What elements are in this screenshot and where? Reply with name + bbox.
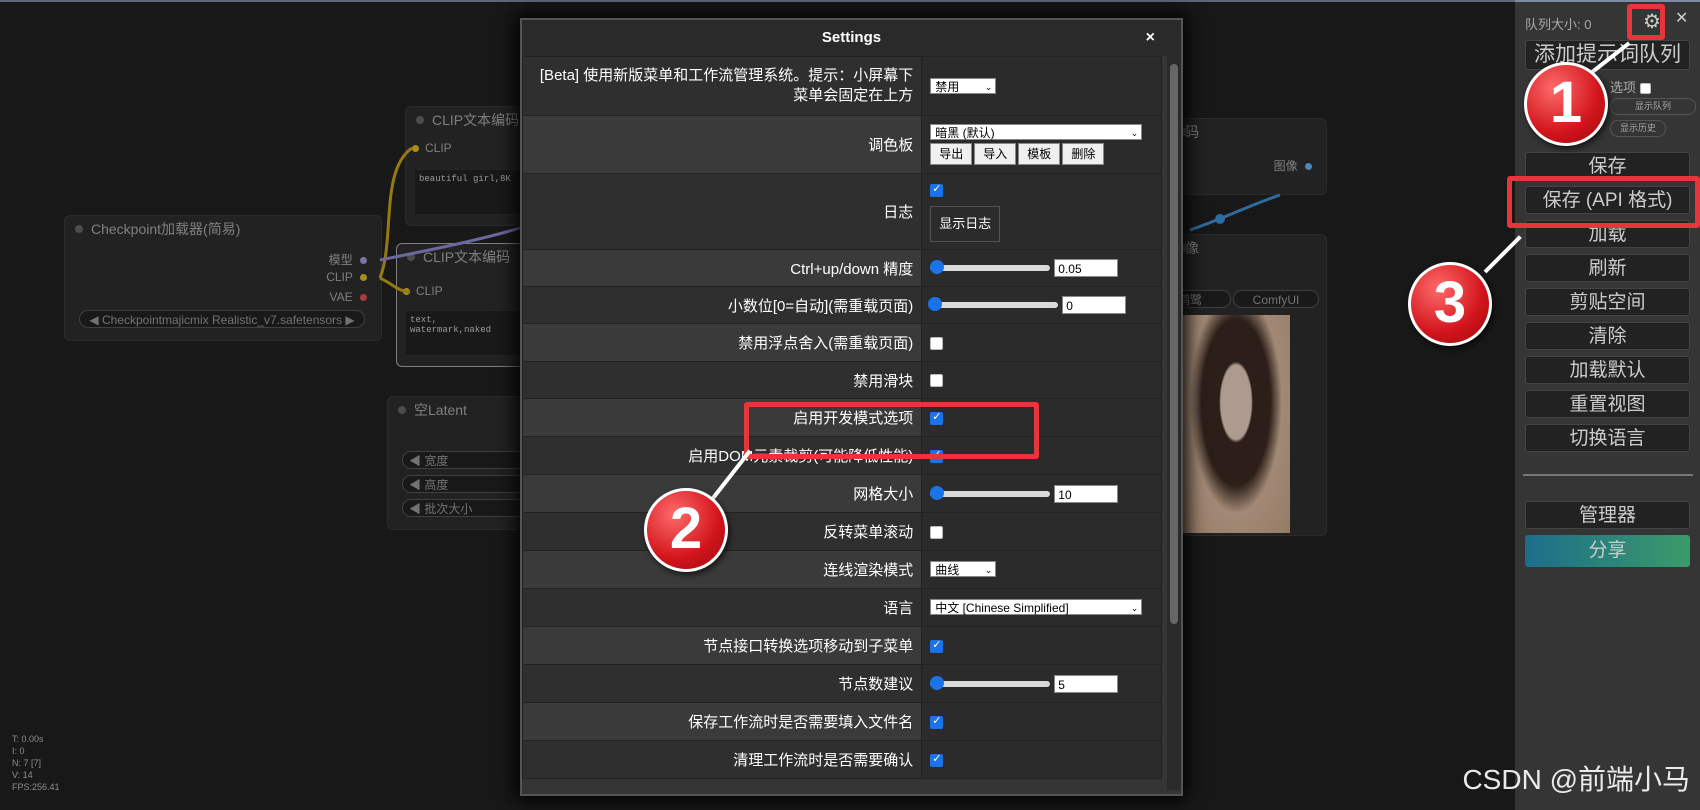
setting-value: 禁用 ⌄ [921,56,1162,116]
setting-label: 小数位[0=自动](需重载页面) [522,286,923,324]
setting-row-log: 日志 显示日志 [522,173,1162,250]
refresh-button[interactable]: 刷新 [1525,254,1690,282]
save-filename-checkbox[interactable] [930,714,944,729]
setting-value [921,740,1162,779]
setting-value: 0.05 [921,249,1162,287]
setting-label: 连线渲染模式 [522,550,923,589]
step-badge-1: 1 [1524,62,1608,146]
setting-row-grid-size: 网格大小 10 [522,474,1162,513]
node-suggestions-slider[interactable] [930,675,1051,690]
palette-select[interactable]: 暗黑 (默认) ⌄ [930,124,1143,140]
settings-title-bar: Settings × [522,20,1181,56]
setting-label: 节点接口转换选项移动到子菜单 [522,626,923,665]
clear-button[interactable]: 清除 [1525,322,1690,350]
step-badge-3: 3 [1408,262,1492,346]
manager-button[interactable]: 管理器 [1525,501,1690,529]
setting-row-invert-scroll: 反转菜单滚动 [522,512,1162,551]
export-button[interactable]: 导出 [930,143,973,165]
setting-value [921,361,1162,399]
clipspace-button[interactable]: 剪贴空间 [1525,288,1690,316]
highlight-dev-mode [744,402,1039,459]
setting-label: 禁用滑块 [522,361,923,399]
float-round-checkbox[interactable] [930,336,944,350]
setting-row-decimals: 小数位[0=自动](需重载页面) 0 [522,286,1162,324]
setting-value: 0 [921,286,1162,324]
settings-title: Settings [821,29,882,46]
setting-value: 曲线 ⌄ [921,550,1162,589]
setting-row-language: 语言 中文 [Chinese Simplified] ⌄ [522,588,1162,627]
setting-value: 显示日志 [921,173,1162,250]
setting-value [921,626,1162,665]
switch-language-button[interactable]: 切换语言 [1525,424,1690,452]
watermark-text: CSDN @前端小马 [1462,764,1690,795]
decimals-input[interactable]: 0 [1062,296,1127,315]
setting-value: 5 [921,664,1162,703]
setting-label: 网格大小 [522,474,923,513]
highlight-save-api [1507,176,1700,228]
setting-label: [Beta] 使用新版菜单和工作流管理系统。提示：小屏幕下菜单会固定在上方 [522,56,923,116]
grid-size-slider[interactable] [930,485,1051,500]
log-checkbox[interactable] [930,182,944,197]
queue-size-label: 队列大小: 0 [1525,17,1592,32]
disable-slider-checkbox[interactable] [930,374,944,388]
setting-row-node-slot-submenu: 节点接口转换选项移动到子菜单 [522,626,1162,665]
menu-divider [1523,474,1693,476]
grid-size-input[interactable]: 10 [1054,484,1119,503]
close-icon[interactable]: × [1146,20,1155,56]
show-queue-button[interactable]: 显示队列 [1610,98,1696,115]
setting-label: 清理工作流时是否需要确认 [522,740,923,779]
precision-input[interactable]: 0.05 [1054,259,1119,278]
clear-confirm-checkbox[interactable] [930,752,944,767]
show-log-button[interactable]: 显示日志 [930,206,1001,242]
node-suggestions-input[interactable]: 5 [1054,674,1119,693]
setting-label: 禁用浮点舍入(需重载页面) [522,323,923,362]
language-select[interactable]: 中文 [Chinese Simplified] ⌄ [930,599,1143,615]
node-slot-submenu-checkbox[interactable] [930,638,944,653]
load-default-button[interactable]: 加载默认 [1525,356,1690,384]
template-button[interactable]: 模板 [1018,143,1061,165]
setting-label: 节点数建议 [522,664,923,703]
link-render-select[interactable]: 曲线 ⌄ [930,561,997,577]
extra-options-label: 选项 [1610,77,1651,96]
delete-button[interactable]: 删除 [1062,143,1105,165]
settings-scrollbar[interactable] [1167,56,1181,790]
reset-view-button[interactable]: 重置视图 [1525,390,1690,418]
show-history-button[interactable]: 显示历史 [1610,120,1666,137]
decimals-slider[interactable] [928,297,1059,312]
setting-row-save-filename: 保存工作流时是否需要填入文件名 [522,702,1162,741]
highlight-gear [1627,4,1665,40]
setting-row-link-render: 连线渲染模式 曲线 ⌄ [522,550,1162,589]
setting-row-disable-slider: 禁用滑块 [522,361,1162,399]
setting-label: 保存工作流时是否需要填入文件名 [522,702,923,741]
invert-scroll-checkbox[interactable] [930,525,944,539]
setting-row-palette: 调色板 暗黑 (默认) ⌄ 导出 导入 模板 删除 [522,115,1162,174]
setting-label: 日志 [522,173,923,250]
setting-value: 10 [921,474,1162,513]
setting-value: 暗黑 (默认) ⌄ 导出 导入 模板 删除 [921,115,1162,174]
setting-label: 语言 [522,588,923,627]
setting-row-ctrl-precision: Ctrl+up/down 精度 0.05 [522,249,1162,287]
setting-label: Ctrl+up/down 精度 [522,249,923,287]
setting-value [921,323,1162,362]
setting-row-clear-confirm: 清理工作流时是否需要确认 [522,740,1162,779]
setting-value [921,512,1162,551]
step-badge-2: 2 [644,488,728,572]
setting-value [921,702,1162,741]
setting-row-new-menu: [Beta] 使用新版菜单和工作流管理系统。提示：小屏幕下菜单会固定在上方 禁用… [522,56,1162,116]
setting-row-float-round: 禁用浮点舍入(需重载页面) [522,323,1162,362]
setting-value: 中文 [Chinese Simplified] ⌄ [921,588,1162,627]
setting-row-node-suggestions: 节点数建议 5 [522,664,1162,703]
setting-label: 调色板 [522,115,923,174]
new-menu-select[interactable]: 禁用 ⌄ [930,77,997,94]
close-icon[interactable]: ✕ [1675,8,1688,28]
share-button[interactable]: 分享 [1525,535,1690,567]
precision-slider[interactable] [930,260,1051,275]
import-button[interactable]: 导入 [974,143,1017,165]
